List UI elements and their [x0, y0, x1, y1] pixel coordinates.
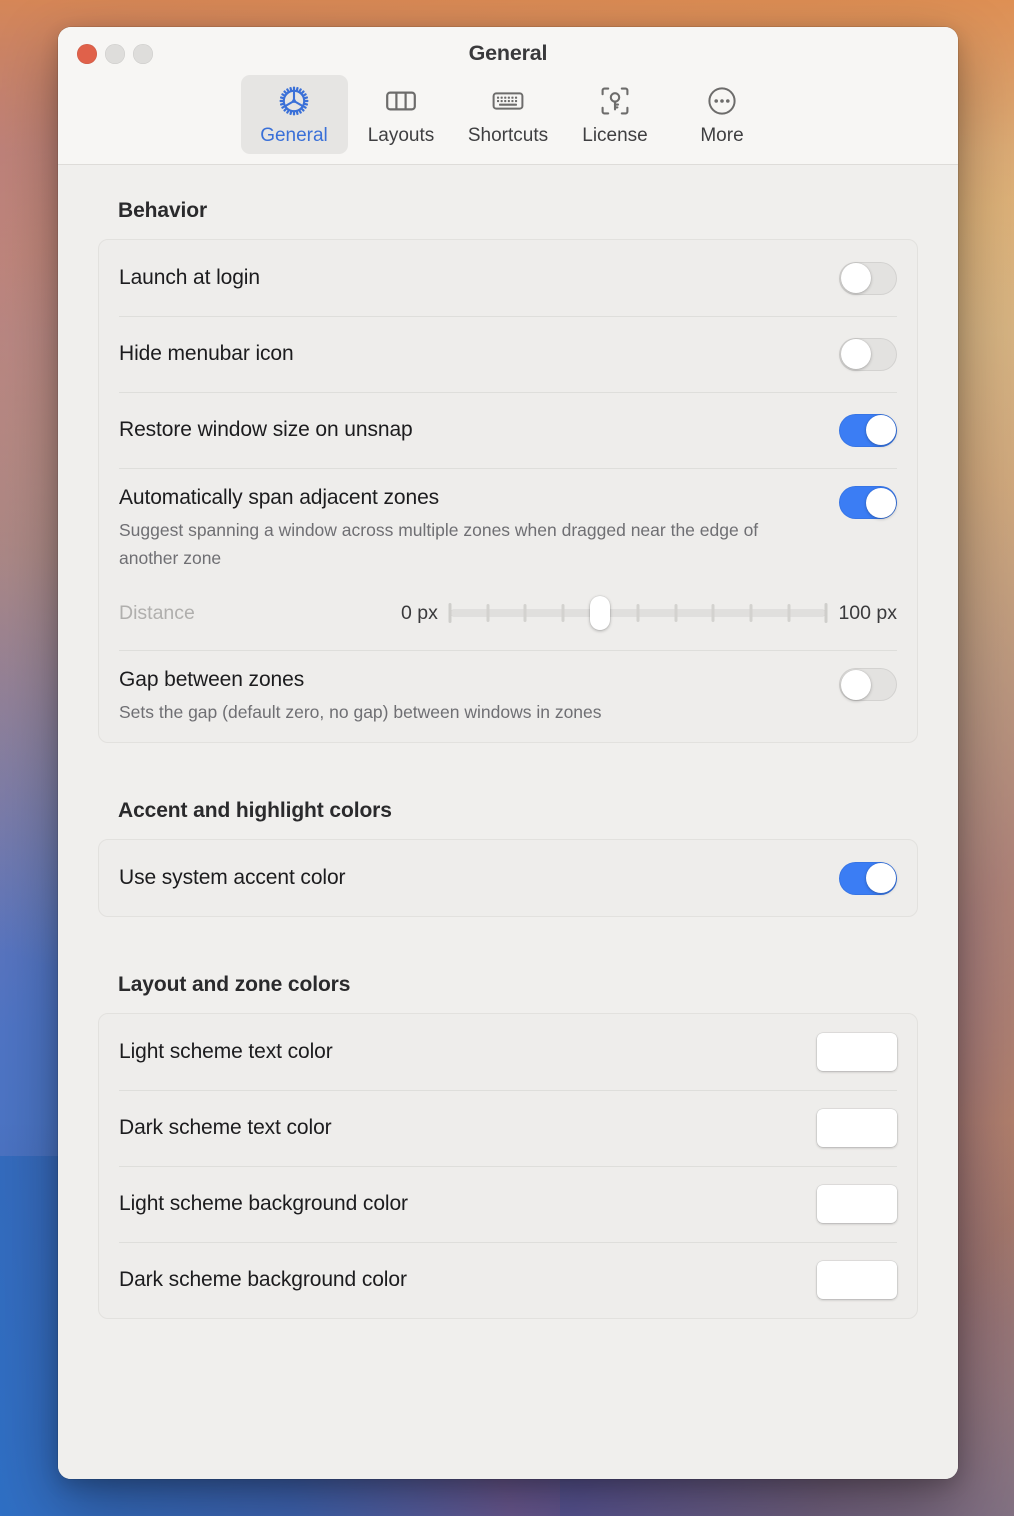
- tab-shortcuts[interactable]: Shortcuts: [455, 75, 562, 154]
- distance-slider-max-label: 100 px: [838, 601, 897, 624]
- toggle-knob: [840, 263, 871, 293]
- row-light-scheme-text-color[interactable]: Light scheme text color: [99, 1014, 917, 1090]
- close-button-icon[interactable]: [77, 44, 97, 64]
- toolbar-tabs: General Layouts Shortcuts License More: [58, 67, 958, 164]
- distance-slider-tick: [448, 603, 452, 623]
- toggle-use-system-accent-color[interactable]: [839, 861, 897, 895]
- distance-slider-tick: [674, 604, 678, 622]
- distance-slider-tick: [787, 604, 791, 622]
- window-title: General: [468, 41, 548, 65]
- accent-group: Use system accent color: [98, 839, 918, 917]
- toggle-knob: [865, 863, 896, 893]
- toggle-hide-menubar-icon[interactable]: [839, 337, 897, 371]
- distance-slider-min-label: 0 px: [401, 601, 438, 624]
- tab-shortcuts-label: Shortcuts: [467, 125, 549, 146]
- row-hide-menubar-icon[interactable]: Hide menubar icon: [99, 316, 917, 392]
- distance-slider-tick: [749, 604, 753, 622]
- window-titlebar: General General Layouts Shortcuts Licens…: [58, 27, 958, 165]
- row-gap-between-zones-subtitle: Sets the gap (default zero, no gap) betw…: [119, 702, 602, 722]
- ellipsis-circle-icon: [705, 84, 739, 118]
- color-well-dark-scheme-text[interactable]: [817, 1109, 897, 1147]
- row-light-scheme-text-color-label: Light scheme text color: [119, 1040, 333, 1063]
- preferences-window: General General Layouts Shortcuts Licens…: [58, 27, 958, 1479]
- settings-content: Behavior Launch at login Hide menubar ic…: [58, 165, 958, 1479]
- distance-slider-tick: [561, 604, 565, 622]
- distance-slider-tick: [486, 604, 490, 622]
- color-well-light-scheme-background[interactable]: [817, 1185, 897, 1223]
- row-launch-at-login[interactable]: Launch at login: [99, 240, 917, 316]
- distance-slider[interactable]: [448, 596, 828, 630]
- row-use-system-accent-color[interactable]: Use system accent color: [99, 840, 917, 916]
- color-well-light-scheme-text[interactable]: [817, 1033, 897, 1071]
- tab-layouts[interactable]: Layouts: [348, 75, 455, 154]
- row-restore-window-size[interactable]: Restore window size on unsnap: [99, 392, 917, 468]
- color-well-dark-scheme-background[interactable]: [817, 1261, 897, 1299]
- row-gap-between-zones: Gap between zones Sets the gap (default …: [99, 650, 917, 742]
- minimize-button-icon[interactable]: [105, 44, 125, 64]
- row-gap-between-zones-label: Gap between zones: [119, 668, 305, 691]
- row-span-adjacent-zones-subtitle: Suggest spanning a window across multipl…: [119, 520, 759, 568]
- row-launch-at-login-label: Launch at login: [119, 266, 260, 289]
- keyboard-icon: [491, 84, 525, 118]
- toggle-knob: [865, 415, 896, 445]
- row-light-scheme-background-color-label: Light scheme background color: [119, 1192, 408, 1215]
- row-restore-window-size-label: Restore window size on unsnap: [119, 418, 413, 441]
- row-use-system-accent-color-label: Use system accent color: [119, 866, 346, 889]
- row-span-adjacent-zones: Automatically span adjacent zones Sugges…: [99, 468, 917, 650]
- section-title-accent: Accent and highlight colors: [118, 799, 392, 822]
- desktop-wallpaper: General General Layouts Shortcuts Licens…: [0, 0, 1014, 1516]
- row-dark-scheme-background-color-label: Dark scheme background color: [119, 1268, 407, 1291]
- toggle-knob: [865, 487, 896, 518]
- distance-slider-label: Distance: [119, 601, 195, 624]
- tab-layouts-label: Layouts: [367, 125, 435, 146]
- tab-more-label: More: [700, 125, 744, 146]
- distance-slider-knob[interactable]: [590, 596, 611, 630]
- row-hide-menubar-icon-label: Hide menubar icon: [119, 342, 294, 365]
- distance-slider-tick: [711, 604, 715, 622]
- distance-slider-tick: [523, 604, 527, 622]
- section-title-behavior: Behavior: [118, 199, 208, 222]
- gear-icon: [277, 84, 311, 118]
- toggle-knob: [840, 669, 871, 700]
- toggle-knob: [840, 339, 871, 369]
- row-dark-scheme-text-color-label: Dark scheme text color: [119, 1116, 332, 1139]
- toggle-launch-at-login[interactable]: [839, 261, 897, 295]
- row-span-adjacent-zones-label: Automatically span adjacent zones: [119, 486, 440, 509]
- layout-colors-group: Light scheme text color Dark scheme text…: [98, 1013, 918, 1319]
- columns-icon: [384, 84, 418, 118]
- tab-general-label: General: [260, 125, 328, 146]
- distance-slider-tick: [636, 604, 640, 622]
- row-light-scheme-background-color[interactable]: Light scheme background color: [99, 1166, 917, 1242]
- tab-license[interactable]: License: [562, 75, 669, 154]
- tab-more[interactable]: More: [669, 75, 776, 154]
- behavior-group: Launch at login Hide menubar icon Restor…: [98, 239, 918, 743]
- distance-slider-tick: [824, 603, 828, 623]
- distance-slider-row: Distance 0 px 100 px: [119, 596, 897, 634]
- toggle-span-adjacent-zones[interactable]: [839, 486, 897, 519]
- toggle-gap-between-zones[interactable]: [839, 668, 897, 701]
- row-dark-scheme-background-color[interactable]: Dark scheme background color: [99, 1242, 917, 1318]
- toggle-restore-window-size[interactable]: [839, 413, 897, 447]
- section-title-layout-colors: Layout and zone colors: [118, 973, 351, 996]
- key-scan-icon: [598, 84, 632, 118]
- tab-license-label: License: [582, 125, 648, 146]
- traffic-light-buttons: [77, 44, 153, 64]
- row-dark-scheme-text-color[interactable]: Dark scheme text color: [99, 1090, 917, 1166]
- zoom-button-icon[interactable]: [133, 44, 153, 64]
- tab-general[interactable]: General: [240, 75, 348, 154]
